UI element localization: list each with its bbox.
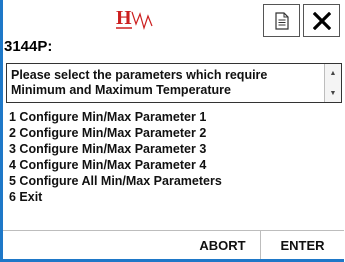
menu-item[interactable]: 3 Configure Min/Max Parameter 3 bbox=[9, 141, 329, 157]
menu-list: 1 Configure Min/Max Parameter 1 2 Config… bbox=[9, 109, 329, 206]
document-button[interactable] bbox=[263, 4, 300, 37]
abort-button[interactable]: ABORT bbox=[186, 231, 259, 259]
enter-button[interactable]: ENTER bbox=[260, 231, 344, 259]
menu-item[interactable]: 5 Configure All Min/Max Parameters bbox=[9, 173, 329, 189]
document-icon bbox=[274, 11, 289, 30]
scroll-down-arrow-icon[interactable]: ▼ bbox=[325, 87, 341, 99]
scroll-up-arrow-icon[interactable]: ▲ bbox=[325, 67, 341, 79]
device-title: 3144P: bbox=[4, 38, 53, 55]
prompt-scrollbar[interactable]: ▲ ▼ bbox=[324, 64, 341, 102]
close-button[interactable] bbox=[303, 4, 340, 37]
menu-item[interactable]: 6 Exit bbox=[9, 189, 329, 205]
prompt-box: Please select the parameters which requi… bbox=[6, 63, 342, 103]
svg-text:H: H bbox=[116, 7, 132, 29]
device-window: H 3144P: Please select the parameters wh… bbox=[0, 0, 344, 262]
header-bar: H 3144P: bbox=[3, 0, 344, 62]
menu-item[interactable]: 2 Configure Min/Max Parameter 2 bbox=[9, 125, 329, 141]
menu-item[interactable]: 1 Configure Min/Max Parameter 1 bbox=[9, 109, 329, 125]
prompt-text: Please select the parameters which requi… bbox=[11, 68, 268, 97]
close-icon bbox=[312, 11, 331, 30]
menu-item[interactable]: 4 Configure Min/Max Parameter 4 bbox=[9, 157, 329, 173]
hart-logo-icon: H bbox=[116, 7, 153, 31]
